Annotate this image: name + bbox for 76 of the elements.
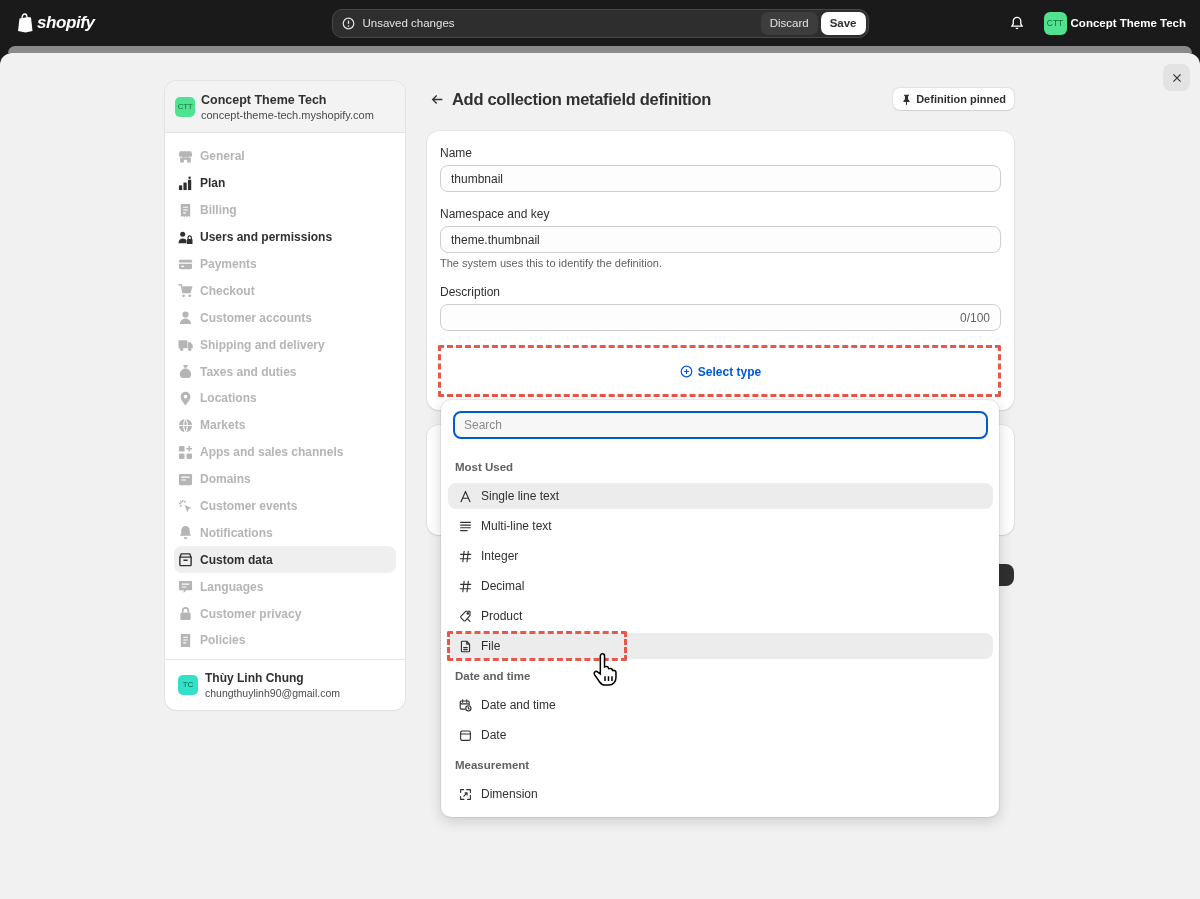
- back-button[interactable]: [431, 92, 444, 106]
- definition-pinned-button[interactable]: Definition pinned: [893, 88, 1014, 110]
- file-icon: [459, 639, 472, 653]
- hash-icon: [459, 549, 472, 563]
- pin-icon: [901, 93, 913, 105]
- bar-chart-icon: [178, 175, 193, 191]
- type-option[interactable]: Decimal: [448, 573, 993, 599]
- search-field[interactable]: Search: [453, 411, 988, 439]
- type-option[interactable]: Single line text: [448, 483, 993, 509]
- namespace-key-field[interactable]: theme.thumbnail: [440, 226, 1001, 253]
- character-counter: 0/100: [959, 310, 990, 325]
- user-avatar: TC: [178, 674, 198, 695]
- store-name: Concept Theme Tech: [201, 92, 328, 107]
- help-text: The system uses this to identify the definition.: [440, 257, 663, 270]
- field-label: Name: [440, 146, 473, 160]
- type-option[interactable]: Product: [448, 603, 993, 629]
- type-option[interactable]: Integer: [448, 543, 993, 569]
- hash-icon: [459, 579, 472, 593]
- lines-icon: [459, 519, 472, 533]
- store-avatar[interactable]: CTT: [1043, 11, 1067, 35]
- close-icon: [1171, 72, 1182, 83]
- unsaved-message: Unsaved changes: [362, 17, 455, 29]
- store-icon: [178, 148, 193, 164]
- apps-icon: [178, 444, 193, 460]
- section-heading: Date and time: [454, 669, 532, 684]
- plus-circle-icon: [679, 365, 693, 378]
- expand-icon: [459, 787, 472, 801]
- store-domain: concept-theme-tech.myshopify.com: [201, 108, 374, 121]
- store-name[interactable]: Concept Theme Tech: [1070, 17, 1186, 29]
- receipt-icon: [178, 202, 193, 218]
- calendar-icon: [459, 728, 472, 742]
- logo-text: shopify: [37, 13, 95, 33]
- speech-bubble-icon: [178, 579, 193, 595]
- store-avatar: CTT: [175, 96, 195, 117]
- lock-icon: [178, 606, 193, 622]
- nav-item[interactable]: Custom data: [174, 546, 396, 574]
- select-type-button[interactable]: Select type: [440, 346, 1001, 397]
- cursor-click-icon: [178, 498, 193, 514]
- close-button[interactable]: [1163, 64, 1190, 91]
- type-option[interactable]: Date and time: [448, 692, 993, 718]
- arrow-left-icon: [431, 92, 444, 106]
- shopping-bag-icon: [17, 13, 33, 33]
- truck-icon: [178, 337, 193, 353]
- type-option[interactable]: Multi-line text: [448, 513, 993, 539]
- tag-icon: [459, 609, 472, 623]
- users-lock-icon: [178, 229, 193, 245]
- window-icon: [178, 471, 193, 487]
- type-option[interactable]: Date: [448, 722, 993, 748]
- location-pin-icon: [178, 390, 193, 406]
- bell-icon: [1009, 16, 1024, 30]
- description-field[interactable]: 0/100: [440, 304, 1001, 331]
- section-heading: Measurement: [454, 758, 531, 773]
- section-heading: Most Used: [454, 460, 515, 475]
- nav-item[interactable]: Users and permissions: [174, 223, 396, 251]
- dark-button[interactable]: [999, 564, 1014, 586]
- name-field[interactable]: thumbnail: [440, 165, 1001, 192]
- text-icon: [459, 489, 472, 503]
- alert-icon: [341, 16, 355, 30]
- nav-item[interactable]: Plan: [174, 169, 396, 197]
- calendar-clock-icon: [459, 698, 472, 712]
- person-icon: [178, 310, 193, 326]
- money-bag-icon: [178, 364, 193, 380]
- page-title: Add collection metafield definition: [452, 89, 711, 109]
- document-icon: [178, 632, 193, 648]
- bell-icon: [178, 525, 193, 541]
- field-label: Namespace and key: [440, 207, 551, 221]
- type-option[interactable]: Dimension: [448, 781, 993, 807]
- discard-button[interactable]: Discard: [760, 11, 818, 35]
- user-name: Thùy Linh Chung: [205, 670, 305, 685]
- field-label: Description: [440, 285, 502, 299]
- user-email: chungthuylinh90@gmail.com: [205, 686, 340, 699]
- save-button[interactable]: Save: [820, 11, 866, 35]
- archive-box-icon: [178, 552, 193, 568]
- cart-icon: [178, 283, 193, 299]
- notifications-button[interactable]: [1009, 16, 1024, 30]
- globe-icon: [178, 417, 193, 433]
